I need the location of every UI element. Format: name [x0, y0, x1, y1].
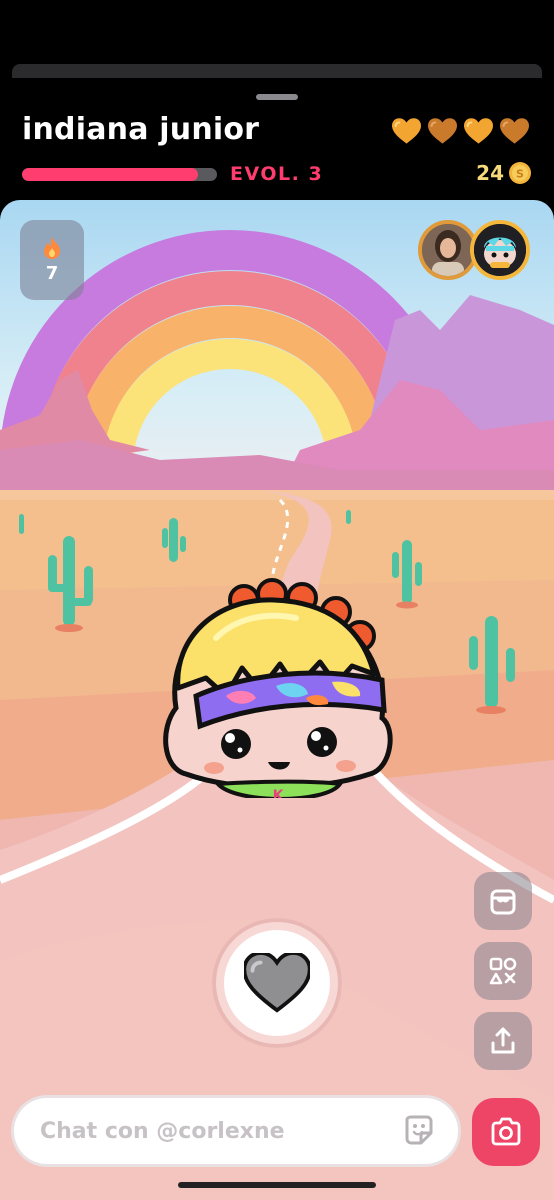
top-sheet-edge	[12, 64, 542, 78]
pet-avatar[interactable]	[470, 220, 530, 280]
coin-balance[interactable]: 24 S	[476, 161, 532, 185]
evolution-label: EVOL. 3	[230, 163, 324, 185]
streak-count: 7	[45, 262, 59, 284]
evolution-progress-fill	[22, 168, 198, 181]
chat-placeholder: Chat con @corlexne	[40, 1118, 285, 1144]
streak-badge[interactable]: 7	[20, 220, 84, 300]
shop-button[interactable]	[474, 872, 532, 930]
heart-icon	[244, 953, 310, 1013]
hearts-meter	[392, 118, 529, 145]
pet-scene: 7 K Chat con @corlexne	[0, 200, 554, 1200]
user-avatar[interactable]	[418, 220, 478, 280]
svg-text:K: K	[273, 788, 285, 798]
camera-button[interactable]	[472, 1098, 540, 1166]
evolution-progress-bar	[22, 168, 217, 181]
drag-handle[interactable]	[256, 94, 298, 100]
home-indicator	[178, 1182, 376, 1188]
coin-count: 24	[476, 161, 504, 185]
heart-icon	[500, 118, 529, 144]
heart-icon	[464, 118, 493, 144]
games-button[interactable]	[474, 942, 532, 1000]
heart-icon	[392, 118, 421, 144]
pet-name: indiana junior	[22, 112, 260, 147]
chat-input[interactable]: Chat con @corlexne	[14, 1098, 458, 1164]
user-photo	[422, 224, 474, 276]
svg-text:S: S	[516, 168, 524, 181]
share-button[interactable]	[474, 1012, 532, 1070]
love-button-inner	[224, 930, 330, 1036]
share-icon	[491, 1027, 515, 1054]
coin-icon: S	[509, 162, 531, 184]
flame-icon	[44, 236, 60, 259]
pet-thumbnail	[474, 224, 526, 276]
games-icon	[489, 957, 517, 985]
camera-icon	[491, 1117, 521, 1146]
love-button[interactable]	[212, 918, 342, 1048]
sticker-icon[interactable]	[402, 1114, 436, 1148]
heart-icon	[428, 118, 457, 144]
shop-icon	[490, 889, 516, 915]
pet-character[interactable]: K	[156, 578, 396, 798]
